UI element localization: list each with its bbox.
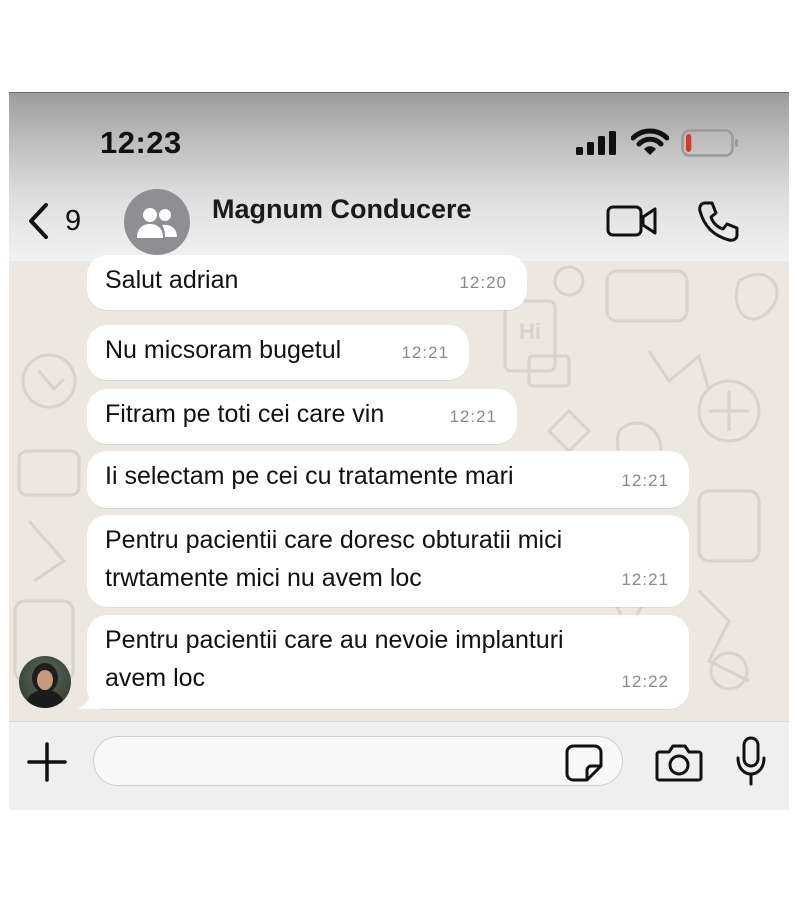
message-time: 12:21 [449,407,497,426]
video-call-icon[interactable] [606,204,658,238]
message-bubble[interactable]: Fitram pe toti cei care vin 12:21 [87,389,517,444]
bubble-tail [77,689,101,709]
message-bubble[interactable]: Pentru pacientii care au nevoie implantu… [87,615,689,709]
message-bubble[interactable]: Ii selectam pe cei cu tratamente mari 12… [87,451,689,508]
phone-call-icon[interactable] [695,199,741,245]
message-text-line: Pentru pacientii care doresc obturatii m… [105,526,563,554]
sender-avatar[interactable] [19,656,71,708]
message-composer [9,721,789,810]
message-time: 12:21 [621,471,669,490]
chat-header: 12:23 9 Magnum Conducere [9,93,789,261]
message-bubble[interactable]: Salut adrian 12:20 [87,255,527,310]
message-text: Fitram pe toti cei care vin [105,400,385,428]
unread-count: 9 [65,204,82,237]
cellular-signal-icon [576,131,616,155]
message-time: 12:21 [621,570,669,589]
message-time: 12:22 [621,672,669,691]
group-avatar[interactable] [124,189,190,255]
message-text: Ii selectam pe cei cu tratamente mari [105,462,514,490]
message-text: Nu micsoram bugetul [105,336,342,364]
message-bubble[interactable]: Pentru pacientii care doresc obturatii m… [87,515,689,607]
wifi-icon [631,128,669,155]
battery-icon [681,129,738,157]
svg-text:Hi: Hi [519,319,541,344]
phone-screen: 12:23 9 Magnum Conducere Hi Salut adrian… [9,92,789,810]
message-text-line: Pentru pacientii care au nevoie implantu… [105,626,564,654]
chevron-left-icon [29,203,48,239]
plus-icon[interactable] [27,742,67,782]
message-time: 12:21 [401,343,449,362]
person-photo-icon [25,663,65,708]
message-text: Salut adrian [105,266,239,294]
back-button[interactable]: 9 [25,199,87,243]
sticker-icon[interactable] [565,744,603,782]
chat-title[interactable]: Magnum Conducere [212,194,472,225]
message-input[interactable] [93,736,623,786]
message-text-line: trwtamente mici nu avem loc [105,564,422,592]
status-time: 12:23 [100,125,182,160]
camera-icon[interactable] [655,742,703,782]
message-bubble[interactable]: Nu micsoram bugetul 12:21 [87,325,469,380]
microphone-icon[interactable] [735,736,767,786]
message-text-line: avem loc [105,664,206,692]
message-time: 12:20 [459,273,507,292]
group-icon [137,208,177,238]
